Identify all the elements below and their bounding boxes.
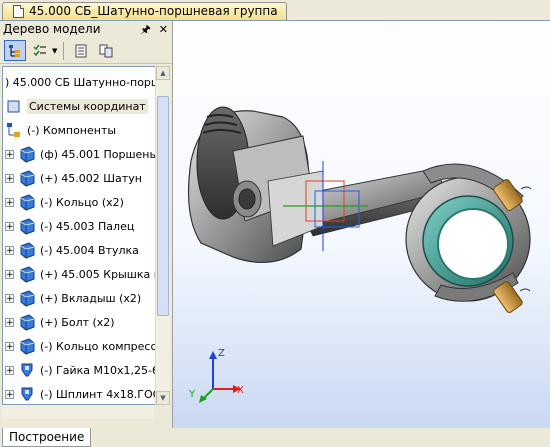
assembly-3d-view: [187, 106, 532, 403]
tree-item-label: Системы координат: [27, 98, 148, 114]
part-icon: [20, 290, 35, 307]
tree-item-label: (+) Вкладыш (x2): [40, 291, 142, 305]
tree-horizontal-scrollbar[interactable]: [2, 405, 154, 419]
expand-icon[interactable]: +: [5, 197, 14, 207]
tree-view-icon: [9, 44, 20, 57]
coordinate-systems-icon: [7, 100, 20, 113]
tree-item-label: (-) Шплинт 4x18.ГОСТ: [40, 387, 155, 401]
standard-part-icon: [21, 387, 33, 401]
tree-item[interactable]: + (+) 45.005 Крышка ша: [3, 263, 155, 285]
document-structure-icon: [99, 44, 113, 57]
tree-item-label: (+) 45.005 Крышка ша: [40, 267, 155, 281]
tree-view-button[interactable]: [4, 40, 26, 61]
piston[interactable]: [187, 106, 324, 263]
properties-button[interactable]: [70, 40, 92, 61]
expand-icon[interactable]: +: [5, 317, 14, 327]
document-tab-title: 45.000 СБ_Шатунно-поршневая группа: [29, 4, 278, 18]
expand-icon[interactable]: +: [5, 149, 14, 159]
tree-item-label: (-) Кольцо (x2): [40, 195, 124, 209]
close-icon[interactable]: ✕: [159, 21, 168, 38]
toolbar-separator: [63, 41, 65, 60]
model-viewport[interactable]: Z X Y: [173, 21, 550, 428]
components-icon: [7, 123, 20, 137]
document-tab-strip: 45.000 СБ_Шатунно-поршневая группа: [0, 0, 550, 21]
document-tab[interactable]: 45.000 СБ_Шатунно-поршневая группа: [2, 2, 287, 20]
axis-label-z: Z: [218, 348, 225, 359]
tree-item-label: (+) Болт (x2): [40, 315, 115, 329]
tree-item-label: (-) Кольцо компресс: [40, 339, 155, 353]
tab-construction[interactable]: Построение: [2, 428, 92, 447]
axis-label-y: Y: [189, 389, 196, 400]
tree-item[interactable]: + (+) 45.002 Шатун: [3, 167, 155, 189]
document-icon: [13, 5, 24, 18]
tree-item-label: (-) Гайка М10x1,25-6H: [40, 363, 155, 377]
tree-item[interactable]: + (-) 45.003 Палец: [3, 215, 155, 237]
tree-item[interactable]: + (+) Болт (x2): [3, 311, 155, 333]
part-icon: [20, 314, 35, 331]
expand-icon[interactable]: +: [5, 245, 14, 255]
tree-item[interactable]: (-) Компоненты: [3, 119, 155, 141]
model-tree-panel: Дерево модели 🖈 ✕ ▼) 45.000 СБ Шатунно-…: [0, 21, 173, 447]
expand-icon[interactable]: +: [5, 365, 14, 375]
panel-header: Дерево модели 🖈 ✕: [0, 21, 172, 38]
part-icon: [20, 146, 35, 163]
list-check-icon: [33, 44, 46, 56]
tree-item[interactable]: ) 45.000 СБ Шатунно-поршнева: [3, 71, 155, 93]
expand-icon[interactable]: +: [5, 389, 14, 399]
tree-item-label: (ф) 45.001 Поршень: [40, 147, 155, 161]
tree-item-label: (-) 45.003 Палец: [40, 219, 135, 233]
expand-icon[interactable]: +: [5, 173, 14, 183]
tree-vertical-scrollbar[interactable]: ▲ ▼: [155, 66, 170, 405]
part-icon: [20, 170, 35, 187]
tree-item[interactable]: Системы координат: [3, 95, 155, 117]
expand-icon[interactable]: +: [5, 269, 14, 279]
scroll-down-icon[interactable]: ▼: [156, 391, 170, 405]
tree-item-label: (-) Компоненты: [27, 123, 117, 137]
bearing-shell[interactable]: [422, 195, 514, 287]
scroll-thumb[interactable]: [157, 96, 169, 316]
filter-view-button[interactable]: [29, 40, 51, 61]
structure-button[interactable]: [95, 40, 117, 61]
chevron-down-icon[interactable]: ▼: [52, 47, 57, 55]
expand-icon[interactable]: +: [5, 341, 14, 351]
tree-item[interactable]: + (-) Шплинт 4x18.ГОСТ: [3, 383, 155, 404]
scroll-up-icon[interactable]: ▲: [156, 66, 170, 80]
tree-item-label: ) 45.000 СБ Шатунно-поршнева: [5, 75, 155, 89]
tree-item-label: (+) 45.002 Шатун: [40, 171, 142, 185]
pin-icon[interactable]: 🖈: [141, 21, 151, 38]
tree-item[interactable]: + (-) Гайка М10x1,25-6H: [3, 359, 155, 381]
axis-label-x: X: [237, 385, 244, 396]
expand-icon[interactable]: +: [5, 221, 14, 231]
part-icon: [20, 266, 35, 283]
document-list-icon: [75, 44, 87, 57]
part-icon: [20, 194, 35, 211]
tree-item[interactable]: + (-) 45.004 Втулка: [3, 239, 155, 261]
tree-item[interactable]: + (-) Кольцо (x2): [3, 191, 155, 213]
tree-item[interactable]: + (ф) 45.001 Поршень: [3, 143, 155, 165]
part-icon: [20, 338, 35, 355]
part-icon: [20, 218, 35, 235]
part-icon: [20, 242, 35, 259]
panel-title: Дерево модели: [3, 22, 101, 36]
tree-toolbar: ▼: [0, 38, 172, 64]
tree-item[interactable]: + (-) Кольцо компресс: [3, 335, 155, 357]
tree-item[interactable]: + (+) Вкладыш (x2): [3, 287, 155, 309]
standard-part-icon: [21, 363, 33, 377]
tree-item-label: (-) 45.004 Втулка: [40, 243, 139, 257]
model-tree[interactable]: ) 45.000 СБ Шатунно-поршнева Системы коор…: [2, 66, 156, 405]
expand-icon[interactable]: +: [5, 293, 14, 303]
